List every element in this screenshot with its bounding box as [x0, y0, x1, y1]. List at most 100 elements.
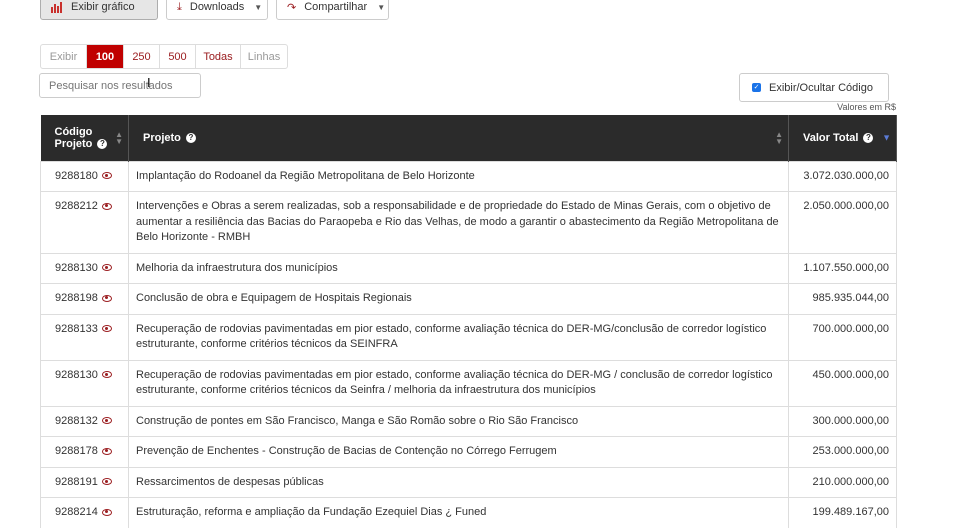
cell-code: 9288191 — [40, 466, 129, 498]
project-code: 9288180 — [55, 169, 98, 182]
help-icon[interactable]: ? — [97, 138, 108, 149]
cell-value: 985.935.044,00 — [788, 283, 897, 315]
eye-icon[interactable] — [101, 172, 112, 180]
cell-code: 9288214 — [40, 497, 129, 528]
text-cursor-icon: I — [147, 75, 151, 90]
header-code-line2: Projeto — [54, 137, 93, 150]
header-value-label: Valor Total — [803, 131, 859, 144]
table-row: 9288132 Construção de pontes em São Franc… — [40, 405, 897, 437]
cell-code: 9288212 — [40, 191, 129, 254]
project-code: 9288130 — [55, 261, 98, 274]
projects-table: Código Projeto ? ▲ ▼ Projeto ? ▲ ▼ Valor T… — [40, 115, 897, 528]
cell-value: 450.000.000,00 — [788, 359, 897, 407]
help-icon[interactable]: ? — [185, 132, 196, 143]
eye-icon[interactable] — [101, 478, 112, 486]
column-header-project[interactable]: Projeto ? ▲ ▼ — [128, 115, 789, 161]
currency-note: Valores em R$ — [837, 102, 896, 112]
cell-value: 253.000.000,00 — [788, 436, 897, 468]
table-row: 9288212 Intervenções e Obras a serem real… — [40, 191, 897, 254]
downloads-button[interactable]: ⤓ Downloads ▼ — [166, 0, 268, 20]
page-size-500[interactable]: 500 — [160, 45, 196, 68]
page-size-100[interactable]: 100 — [87, 45, 124, 68]
sort-icon: ▲ ▼ — [115, 129, 123, 146]
eye-icon[interactable] — [101, 294, 112, 302]
search-input[interactable] — [39, 73, 201, 98]
project-code: 9288133 — [55, 322, 98, 335]
cell-code: 9288132 — [40, 405, 129, 437]
pager-label: Exibir — [41, 45, 87, 68]
sort-desc-icon: ▼ — [882, 132, 891, 143]
project-code: 9288212 — [55, 200, 98, 212]
bar-chart-icon — [51, 1, 63, 13]
cell-value: 3.072.030.000,00 — [788, 160, 897, 192]
eye-icon[interactable] — [101, 508, 112, 516]
help-icon[interactable]: ? — [863, 132, 874, 143]
share-icon: ↷ — [287, 1, 297, 14]
toggle-code-button[interactable]: ✓ Exibir/Ocultar Código — [739, 73, 889, 102]
column-header-value[interactable]: Valor Total ? ▼ — [788, 115, 897, 161]
downloads-label: Downloads — [189, 1, 245, 13]
eye-icon[interactable] — [101, 371, 112, 379]
cell-code: 9288178 — [40, 436, 129, 468]
cell-project: Recuperação de rodovias pavimentadas em … — [128, 313, 789, 361]
header-project-label: Projeto — [143, 131, 181, 144]
eye-icon[interactable] — [101, 447, 112, 455]
header-code-line1: Código — [54, 125, 93, 138]
project-code: 9288214 — [55, 506, 98, 518]
share-button[interactable]: ↷ Compartilhar ▼ — [276, 0, 389, 20]
eye-icon[interactable] — [101, 264, 112, 272]
cell-value: 199.489.167,00 — [788, 497, 897, 528]
page-size-250[interactable]: 250 — [124, 45, 160, 68]
table-row: 9288130 Recuperação de rodovias pavimenta… — [40, 359, 897, 407]
rows-per-page-selector: Exibir 100 250 500 Todas Linhas — [40, 44, 288, 69]
pager-suffix: Linhas — [247, 50, 281, 63]
table-row: 9288180 Implantação do Rodoanel da Região… — [40, 160, 897, 192]
cell-value: 300.000.000,00 — [788, 405, 897, 437]
cell-code: 9288130 — [40, 359, 129, 407]
project-code: 9288132 — [55, 414, 98, 427]
page-size-all[interactable]: Todas — [196, 45, 241, 68]
sort-icon: ▲ ▼ — [775, 129, 783, 146]
table-row: 9288214 Estruturação, reforma e ampliação… — [40, 497, 897, 528]
cell-project: Prevenção de Enchentes - Construção de B… — [128, 436, 789, 468]
show-chart-button[interactable]: Exibir gráfico — [40, 0, 158, 20]
project-code: 9288130 — [55, 368, 98, 381]
eye-icon[interactable] — [101, 417, 112, 425]
show-chart-label: Exibir gráfico — [71, 1, 135, 13]
project-code: 9288198 — [55, 292, 98, 304]
table-row: 9288130 Melhoria da infraestrutura dos mu… — [40, 252, 897, 284]
checkbox-icon[interactable]: ✓ — [752, 83, 761, 92]
toggle-code-label: Exibir/Ocultar Código — [769, 81, 873, 94]
download-icon: ⤓ — [177, 0, 182, 13]
eye-icon[interactable] — [101, 202, 112, 210]
table-row: 9288191 Ressarcimentos de despesas públic… — [40, 466, 897, 498]
table-row: 9288198 Conclusão de obra e Equipagem de … — [40, 283, 897, 315]
column-header-code[interactable]: Código Projeto ? ▲ ▼ — [40, 115, 129, 161]
cell-code: 9288198 — [40, 283, 129, 315]
cell-project: Estruturação, reforma e ampliação da Fun… — [128, 497, 789, 528]
table-body: 9288180 Implantação do Rodoanel da Região… — [40, 160, 897, 528]
cell-project: Melhoria da infraestrutura dos município… — [128, 252, 789, 284]
chevron-down-icon: ▼ — [254, 2, 263, 12]
toolbar: Exibir gráfico ⤓ Downloads ▼ ↷ Compartil… — [40, 0, 389, 20]
eye-icon[interactable] — [101, 325, 112, 333]
cell-project: Implantação do Rodoanel da Região Metrop… — [128, 160, 789, 192]
cell-code: 9288133 — [40, 313, 129, 361]
cell-project: Conclusão de obra e Equipagem de Hospita… — [128, 283, 789, 315]
share-label: Compartilhar — [304, 1, 368, 13]
cell-value: 2.050.000.000,00 — [788, 191, 897, 254]
cell-value: 700.000.000,00 — [788, 313, 897, 361]
cell-project: Intervenções e Obras a serem realizadas,… — [128, 191, 789, 254]
cell-value: 1.107.550.000,00 — [788, 252, 897, 284]
cell-value: 210.000.000,00 — [788, 466, 897, 498]
cell-project: Construção de pontes em São Francisco, M… — [128, 405, 789, 437]
cell-code: 9288180 — [40, 160, 129, 192]
cell-project: Recuperação de rodovias pavimentadas em … — [128, 359, 789, 407]
project-code: 9288178 — [55, 445, 98, 457]
table-row: 9288178 Prevenção de Enchentes - Construç… — [40, 436, 897, 468]
chevron-down-icon: ▼ — [377, 2, 386, 12]
cell-code: 9288130 — [40, 252, 129, 284]
project-code: 9288191 — [55, 475, 98, 488]
table-row: 9288133 Recuperação de rodovias pavimenta… — [40, 313, 897, 361]
cell-project: Ressarcimentos de despesas públicas — [128, 466, 789, 498]
